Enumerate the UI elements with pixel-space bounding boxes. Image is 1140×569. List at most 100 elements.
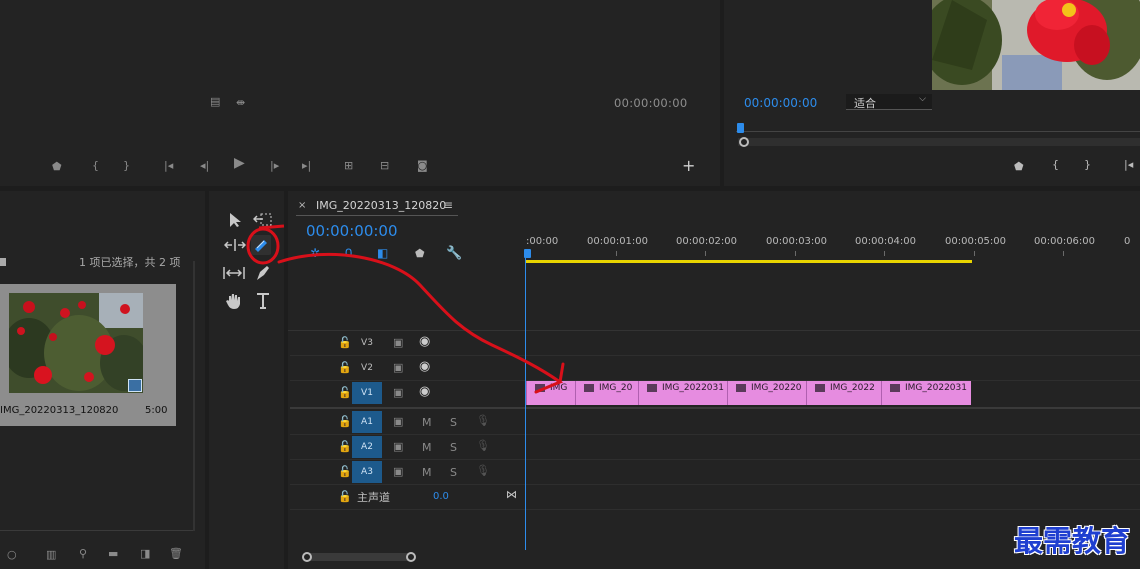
program-zoom-scrollbar[interactable] [738, 138, 1140, 146]
magnet-icon[interactable]: ∩ [344, 245, 354, 260]
sync-lock-icon[interactable]: ▣ [393, 441, 403, 452]
eye-icon[interactable]: ◉ [419, 360, 430, 373]
sequence-tab[interactable]: IMG_20220313_120820 [316, 199, 446, 212]
go-to-in-icon[interactable]: |◂ [1124, 159, 1133, 170]
lock-icon[interactable]: 🔓 [338, 491, 352, 502]
mute-button[interactable]: M [422, 417, 432, 428]
sync-lock-icon[interactable]: ▣ [393, 387, 403, 398]
project-scrollbar[interactable] [193, 261, 195, 531]
timeline-playhead-line[interactable] [525, 258, 526, 550]
track-label-a2[interactable]: A2 [352, 436, 382, 458]
track-label-v2[interactable]: V2 [352, 357, 382, 379]
timeline-clip[interactable]: IMG_20220 [727, 381, 806, 405]
linked-selection-icon[interactable]: ◧ [377, 246, 388, 260]
find-icon[interactable]: ⚲ [79, 548, 87, 559]
marker-icon[interactable]: ⬟ [1014, 161, 1024, 172]
snap-icon[interactable]: ✲ [310, 246, 320, 260]
add-button-icon[interactable]: + [682, 158, 695, 174]
slip-tool-icon[interactable] [222, 266, 246, 280]
zoom-handle-left[interactable] [302, 552, 312, 562]
export-frame-icon[interactable]: ▤ [210, 96, 220, 107]
mark-in-icon[interactable]: { [1052, 159, 1059, 170]
lock-icon[interactable]: 🔓 [338, 337, 352, 348]
selection-tool-icon[interactable] [228, 212, 242, 228]
timeline-clip[interactable]: IMG_2022 [806, 381, 881, 405]
timeline-playhead-handle[interactable] [524, 249, 531, 258]
timeline-clip[interactable]: IMG [526, 381, 575, 405]
step-back-icon[interactable]: ◂| [200, 160, 209, 171]
sync-lock-icon[interactable]: ▣ [393, 466, 403, 477]
list-view-icon[interactable]: ▥ [46, 549, 56, 560]
timeline-zoom-scrollbar[interactable] [306, 553, 411, 561]
sync-lock-icon[interactable]: ▣ [393, 337, 403, 348]
razor-tool-button[interactable] [251, 235, 271, 255]
project-search-icon[interactable] [0, 258, 6, 266]
timeline-timecode[interactable]: 00:00:00:00 [306, 222, 398, 240]
wrench-icon[interactable]: 🔧 [446, 246, 462, 261]
eye-icon[interactable]: ◉ [419, 335, 430, 348]
marker-icon[interactable]: ⬟ [52, 161, 62, 172]
timeline-clip[interactable]: IMG_2022031 [638, 381, 727, 405]
master-volume[interactable]: 0.0 [433, 491, 449, 502]
trash-icon[interactable]: 🗑 [169, 548, 183, 559]
track-label-v1[interactable]: V1 [352, 382, 382, 404]
drag-handle-icon[interactable]: ⇼ [236, 97, 245, 108]
track-label-a1[interactable]: A1 [352, 411, 382, 433]
track-label-v3[interactable]: V3 [352, 332, 382, 354]
add-marker-icon[interactable]: ⬟ [415, 247, 425, 260]
camera-icon[interactable]: ◙ [417, 160, 428, 171]
lock-icon[interactable]: 🔓 [338, 466, 352, 477]
microphone-icon[interactable]: 🎙 [476, 415, 490, 426]
track-select-tool-icon[interactable] [253, 212, 273, 228]
zoom-out-icon[interactable]: ○ [7, 549, 17, 560]
sync-lock-icon[interactable]: ▣ [393, 416, 403, 427]
microphone-icon[interactable]: 🎙 [476, 440, 490, 451]
mute-button[interactable]: M [422, 467, 432, 478]
program-zoom-handle[interactable] [739, 137, 749, 147]
zoom-handle-right[interactable] [406, 552, 416, 562]
eye-icon[interactable]: ◉ [419, 385, 430, 398]
lock-icon[interactable]: 🔓 [338, 441, 352, 452]
type-tool-icon[interactable] [255, 292, 271, 310]
ripple-edit-tool-icon[interactable] [224, 238, 246, 252]
mark-out-icon[interactable]: } [123, 160, 130, 171]
go-to-in-icon[interactable]: |◂ [164, 160, 173, 171]
selection-status: 1 项已选择，共 2 项 [79, 256, 181, 269]
track-header-master: 🔓 主声道 0.0 ⋈ [290, 485, 525, 509]
microphone-icon[interactable]: 🎙 [476, 465, 490, 476]
program-time-ruler [736, 122, 1140, 132]
step-forward-icon[interactable]: |▸ [270, 160, 279, 171]
project-clip-tile[interactable]: IMG_20220313_120820 5:00 [0, 284, 176, 426]
timeline-clip[interactable]: IMG_20 [575, 381, 638, 405]
tab-menu-icon[interactable]: ≡ [443, 198, 453, 212]
hand-tool-icon[interactable] [225, 292, 243, 310]
solo-button[interactable]: S [450, 417, 457, 428]
video-audio-divider [290, 407, 1140, 409]
lock-icon[interactable]: 🔓 [338, 387, 352, 398]
new-bin-icon[interactable]: ▬ [108, 548, 118, 559]
ruler-tick [974, 251, 975, 256]
lock-icon[interactable]: 🔓 [338, 362, 352, 373]
work-area-bar[interactable] [526, 260, 972, 263]
mark-out-icon[interactable]: } [1084, 159, 1091, 170]
track-label-a3[interactable]: A3 [352, 461, 382, 483]
timeline-clip[interactable]: IMG_2022031 [881, 381, 971, 405]
sync-lock-icon[interactable]: ▣ [393, 362, 403, 373]
fit-dropdown[interactable]: 适合 ⌵ [846, 94, 932, 110]
program-playhead[interactable] [737, 123, 744, 133]
go-to-out-icon[interactable]: ▸| [302, 160, 311, 171]
close-tab-icon[interactable]: × [298, 200, 306, 211]
ruler-label: 00:00:06:00 [1034, 236, 1096, 247]
lock-icon[interactable]: 🔓 [338, 416, 352, 427]
play-icon[interactable]: ▶ [234, 156, 245, 170]
solo-button[interactable]: S [450, 442, 457, 453]
go-to-end-icon[interactable]: ⋈ [506, 488, 517, 501]
new-item-icon[interactable]: ◨ [140, 548, 150, 559]
solo-button[interactable]: S [450, 467, 457, 478]
insert-icon[interactable]: ⊞ [344, 160, 353, 171]
pen-tool-icon[interactable] [255, 264, 271, 282]
mute-button[interactable]: M [422, 442, 432, 453]
mark-in-icon[interactable]: { [92, 160, 99, 171]
overwrite-icon[interactable]: ⊟ [380, 160, 389, 171]
program-timecode[interactable]: 00:00:00:00 [744, 96, 817, 110]
